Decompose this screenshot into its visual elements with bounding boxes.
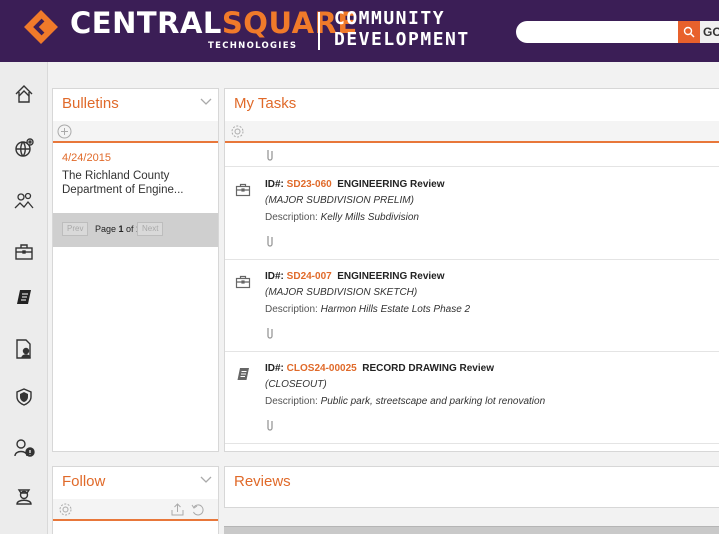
my-tasks-title: My Tasks [234, 95, 297, 112]
inspector-icon[interactable] [12, 483, 36, 507]
task-description: Description: Kelly Mills Subdivision [265, 212, 419, 223]
attachment-icon[interactable] [265, 326, 275, 340]
task-header: ID#: SD24-007 ENGINEERING Review [265, 271, 445, 282]
attachment-icon[interactable] [265, 234, 275, 248]
globe-pin-icon[interactable] [12, 136, 36, 160]
task-item[interactable]: ID#: SD23-060 ENGINEERING Review (MAJOR … [225, 168, 719, 260]
task-description: Description: Harmon Hills Estate Lots Ph… [265, 304, 471, 315]
briefcase-icon [235, 183, 251, 197]
add-circle-icon[interactable] [57, 124, 72, 139]
scroll-icon [237, 368, 249, 380]
briefcase-icon[interactable] [12, 240, 36, 264]
brand-name: CENTRALSQUARE [70, 6, 358, 40]
task-type: (CLOSEOUT) [265, 379, 327, 390]
chevron-down-icon[interactable] [200, 97, 212, 107]
search-input[interactable] [516, 21, 678, 43]
task-header: ID#: CLOS24-00025 RECORD DRAWING Review [265, 363, 494, 374]
attachment-icon[interactable] [265, 418, 275, 432]
task-item-partial[interactable] [225, 145, 719, 167]
gear-icon[interactable] [58, 502, 73, 517]
pager-prev-button[interactable]: Prev [62, 222, 89, 236]
horizontal-scrollbar[interactable] [224, 526, 719, 534]
follow-title: Follow [62, 473, 106, 490]
map-icon[interactable] [12, 189, 36, 213]
brand-subtitle: TECHNOLOGIES [208, 41, 298, 51]
my-tasks-panel: My Tasks ID#: SD23-060 ENGINEERING Revie… [224, 88, 719, 452]
search-icon [683, 26, 695, 38]
follow-toolbar [53, 499, 218, 521]
go-button[interactable]: GO [700, 21, 719, 43]
gear-icon[interactable] [230, 124, 245, 139]
user-alert-icon[interactable] [12, 436, 36, 460]
bulletins-panel: Bulletins 4/24/2015 The Richland County … [52, 88, 219, 452]
left-rail [0, 62, 48, 534]
header-divider [318, 12, 320, 50]
scroll-icon[interactable] [12, 285, 36, 309]
home-icon[interactable] [12, 82, 36, 106]
task-item[interactable]: ID#: SD24-007 ENGINEERING Review (MAJOR … [225, 260, 719, 352]
task-id-link[interactable]: SD24-007 [287, 271, 332, 282]
reviews-panel: Reviews [224, 466, 719, 508]
task-id-link[interactable]: SD23-060 [287, 179, 332, 190]
task-type: (MAJOR SUBDIVISION SKETCH) [265, 287, 418, 298]
bulletin-date: 4/24/2015 [62, 152, 111, 164]
centralsquare-logo-icon [24, 10, 58, 44]
shield-icon[interactable] [12, 385, 36, 409]
task-type: (MAJOR SUBDIVISION PRELIM) [265, 195, 414, 206]
follow-panel: Follow [52, 466, 219, 534]
bulletin-text[interactable]: The Richland County Department of Engine… [62, 169, 212, 197]
reviews-title: Reviews [234, 473, 291, 490]
pager-label: Page 1 of 1 [95, 224, 141, 234]
pager-next-button[interactable]: Next [137, 222, 164, 236]
document-person-icon[interactable] [12, 337, 36, 361]
bulletins-pager: Prev Page 1 of 1 Next [53, 213, 218, 247]
module-title: COMMUNITY DEVELOPMENT [334, 8, 470, 50]
undo-icon[interactable] [190, 502, 205, 517]
app-header: CENTRALSQUARE TECHNOLOGIES COMMUNITY DEV… [0, 0, 719, 62]
attachment-icon[interactable] [265, 148, 275, 162]
task-id-link[interactable]: CLOS24-00025 [287, 363, 357, 374]
tasks-toolbar [225, 121, 719, 143]
bulletins-title: Bulletins [62, 95, 119, 112]
task-item[interactable]: ID#: CLOS24-00025 RECORD DRAWING Review … [225, 352, 719, 444]
task-header: ID#: SD23-060 ENGINEERING Review [265, 179, 445, 190]
bulletins-toolbar [53, 121, 218, 143]
search-button[interactable] [678, 21, 700, 43]
upload-icon[interactable] [170, 502, 185, 517]
task-description: Description: Public park, streetscape an… [265, 396, 546, 407]
chevron-down-icon[interactable] [200, 475, 212, 485]
briefcase-icon [235, 275, 251, 289]
